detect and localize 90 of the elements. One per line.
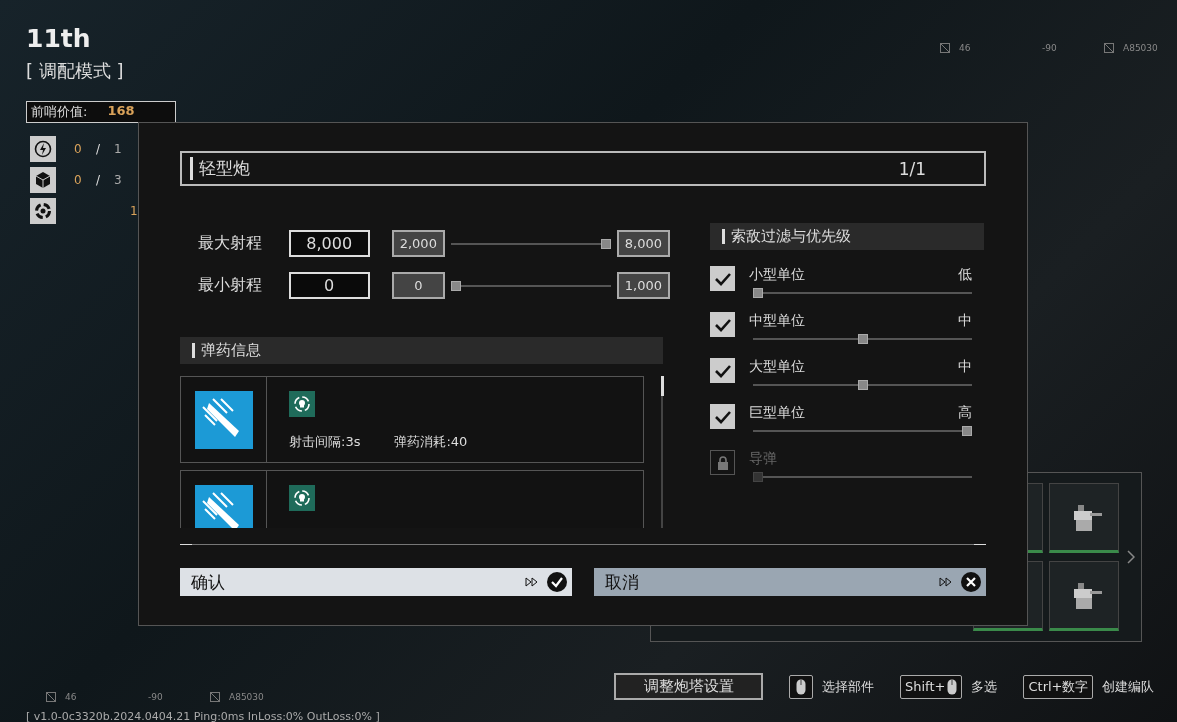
priority-slider[interactable] bbox=[753, 426, 972, 436]
turret-card[interactable] bbox=[1049, 561, 1119, 631]
skull-target-icon bbox=[289, 391, 315, 417]
target-section-title: 索敌过滤与优先级 bbox=[722, 229, 851, 244]
close-icon bbox=[938, 571, 982, 593]
unit-type-label: 导弹 bbox=[749, 450, 777, 468]
mode-label: [ 调配模式 ] bbox=[26, 59, 125, 83]
unit-type-label: 中型单位 bbox=[749, 312, 805, 330]
slider-thumb[interactable] bbox=[857, 334, 868, 344]
priority-value: 低 bbox=[958, 266, 972, 284]
unit-type-label: 小型单位 bbox=[749, 266, 805, 284]
bullet-icon bbox=[194, 484, 253, 528]
range-slider[interactable] bbox=[450, 238, 611, 249]
coordinate-x: 46 bbox=[959, 43, 972, 53]
fire-interval-text: 射击间隔:3s bbox=[289, 433, 361, 451]
cube-icon bbox=[30, 167, 56, 193]
adjust-turret-button[interactable]: 调整炮塔设置 bbox=[614, 673, 763, 700]
chevron-right-icon[interactable] bbox=[1127, 550, 1135, 564]
range-min-value: 2,000 bbox=[391, 230, 445, 257]
resource-separator: / bbox=[96, 173, 102, 187]
lock-icon bbox=[710, 450, 735, 475]
key-label: Shift+ bbox=[905, 679, 946, 694]
coordinate-y: -90 bbox=[1042, 43, 1058, 53]
slider-thumb[interactable] bbox=[450, 280, 461, 291]
range-min-value: 0 bbox=[391, 272, 445, 299]
priority-slider[interactable] bbox=[753, 380, 972, 390]
coordinate-x: 46 bbox=[65, 692, 78, 702]
range-max-value: 1,000 bbox=[616, 272, 670, 299]
priority-value: 中 bbox=[958, 312, 972, 330]
hint-label: 创建编队 bbox=[1102, 677, 1155, 696]
resource-max: 1 bbox=[114, 142, 122, 156]
ring-icon bbox=[30, 198, 56, 224]
priority-slider[interactable] bbox=[753, 334, 972, 344]
hint-label: 多选 bbox=[971, 677, 998, 696]
map-marker-icon bbox=[46, 692, 56, 702]
priority-slider[interactable] bbox=[753, 472, 972, 482]
lightning-icon bbox=[30, 136, 56, 162]
sector-code: A85030 bbox=[1123, 43, 1158, 53]
range-max-value: 8,000 bbox=[616, 230, 670, 257]
resource-separator: / bbox=[96, 142, 102, 156]
resource-current: 0 bbox=[74, 173, 83, 187]
scrollbar-thumb[interactable] bbox=[661, 376, 664, 396]
ammo-section-title: 弹药信息 bbox=[192, 343, 261, 358]
checkbox[interactable] bbox=[710, 312, 735, 337]
resource-max: 1 bbox=[130, 204, 138, 218]
range-label: 最大射程 bbox=[198, 233, 263, 254]
unit-type-label: 巨型单位 bbox=[749, 404, 805, 422]
key-label: Ctrl+数字 bbox=[1028, 677, 1089, 696]
slider-thumb[interactable] bbox=[962, 426, 972, 436]
checkmark-icon bbox=[713, 363, 732, 378]
map-marker-icon bbox=[210, 692, 220, 702]
slider-thumb[interactable] bbox=[753, 288, 763, 298]
priority-value: 中 bbox=[958, 358, 972, 376]
outpost-value: 168 bbox=[107, 103, 135, 120]
squad-title: 11th bbox=[26, 24, 92, 53]
ammo-card[interactable]: 射击间隔:3s 弹药消耗:40 bbox=[180, 376, 644, 463]
turret-name: 轻型炮 bbox=[190, 157, 250, 180]
unit-type-label: 大型单位 bbox=[749, 358, 805, 376]
turret-counter: 1/1 bbox=[898, 158, 926, 179]
slider-thumb[interactable] bbox=[857, 380, 868, 390]
checkbox[interactable] bbox=[710, 404, 735, 429]
priority-slider[interactable] bbox=[753, 288, 972, 298]
version-info: [ v1.0-0c3320b.2024.0404.21 Ping:0ms InLoss:0% OutLoss:0% ] bbox=[26, 710, 380, 722]
bullet-icon bbox=[194, 390, 253, 449]
checkbox[interactable] bbox=[710, 266, 735, 291]
check-circle-icon bbox=[524, 571, 568, 593]
outpost-label: 前哨价值: bbox=[31, 103, 88, 121]
turret-card[interactable] bbox=[1049, 483, 1119, 553]
coordinate-y: -90 bbox=[148, 692, 164, 702]
checkmark-icon bbox=[713, 317, 732, 332]
hint-label: 选择部件 bbox=[822, 677, 874, 696]
range-label: 最小射程 bbox=[198, 275, 263, 296]
checkmark-icon bbox=[713, 409, 732, 424]
range-value-field[interactable]: 0 bbox=[288, 272, 370, 299]
checkmark-icon bbox=[713, 271, 732, 286]
resource-current: 0 bbox=[74, 142, 83, 156]
sector-code: A85030 bbox=[229, 692, 264, 702]
range-slider[interactable] bbox=[450, 280, 611, 291]
map-marker-icon bbox=[1104, 43, 1114, 53]
skull-target-icon bbox=[289, 485, 315, 511]
range-value-field[interactable]: 8,000 bbox=[288, 230, 370, 257]
cancel-button[interactable]: 取消 bbox=[594, 568, 986, 596]
map-marker-icon bbox=[940, 43, 950, 53]
resource-max: 3 bbox=[114, 173, 122, 187]
priority-value: 高 bbox=[958, 404, 972, 422]
confirm-button[interactable]: 确认 bbox=[180, 568, 572, 596]
slider-thumb[interactable] bbox=[600, 238, 611, 249]
ammo-cost-text: 弹药消耗:40 bbox=[394, 433, 468, 451]
checkbox[interactable] bbox=[710, 358, 735, 383]
slider-thumb[interactable] bbox=[753, 472, 763, 482]
